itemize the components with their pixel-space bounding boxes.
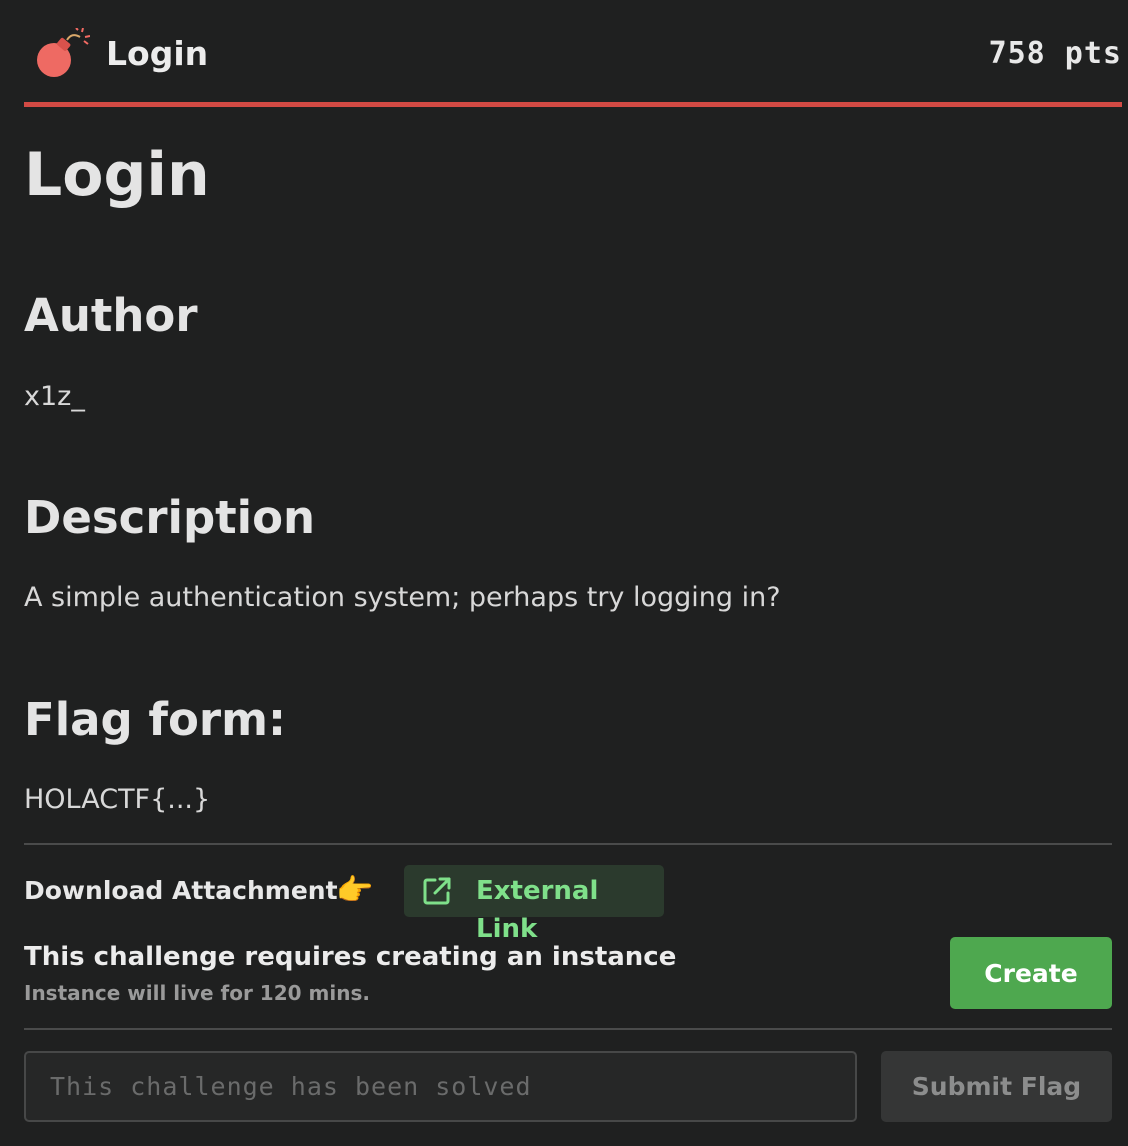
page-title: Login (24, 140, 210, 210)
external-link-label: External Link (476, 876, 599, 944)
description-heading: Description (24, 491, 316, 544)
challenge-header: Login 758 pts (24, 0, 1122, 103)
external-link-button[interactable]: External Link (404, 865, 664, 944)
submit-flag-button[interactable]: Submit Flag (881, 1051, 1112, 1122)
flag-form-text: HOLACTF{...} (24, 784, 211, 815)
author-heading: Author (24, 289, 198, 342)
external-link-icon (423, 877, 451, 905)
divider (24, 1028, 1112, 1030)
flag-form-heading: Flag form: (24, 693, 286, 746)
instance-title: This challenge requires creating an inst… (24, 942, 677, 972)
flag-input[interactable] (24, 1051, 857, 1122)
download-attachment-label: Download Attachment (24, 876, 338, 905)
points-value: 758 pts (988, 36, 1122, 71)
pointing-hand-icon: 👉 (336, 873, 374, 908)
bomb-icon (37, 28, 90, 77)
create-instance-button[interactable]: Create (950, 937, 1112, 1009)
description-text: A simple authentication system; perhaps … (24, 582, 781, 613)
instance-lifetime: Instance will live for 120 mins. (24, 981, 370, 1005)
header-title: Login (106, 34, 209, 73)
header-divider (24, 102, 1122, 107)
divider (24, 843, 1112, 845)
author-name: x1z_ (24, 381, 85, 412)
